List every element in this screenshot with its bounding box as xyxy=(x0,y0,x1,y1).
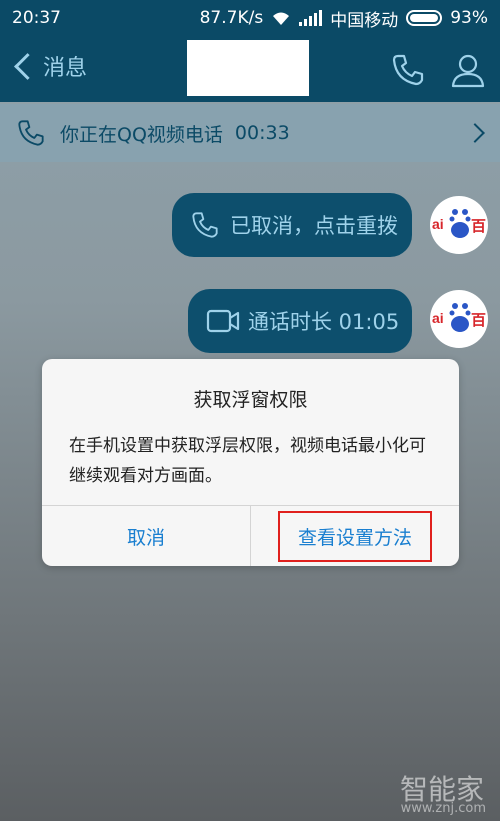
status-time: 20:37 xyxy=(12,8,61,28)
battery-icon xyxy=(406,10,443,26)
avatar[interactable]: ai 百 xyxy=(430,290,488,348)
chevron-left-icon xyxy=(14,52,41,80)
message-text: 通话时长 01:05 xyxy=(248,310,400,334)
wifi-icon xyxy=(273,12,290,25)
message-bubble-cancelled-call[interactable]: 已取消，点击重拨 xyxy=(172,193,412,257)
signal-icon xyxy=(299,10,323,26)
view-settings-method-label: 查看设置方法 xyxy=(277,511,432,562)
ongoing-call-bar[interactable]: 你正在QQ视频电话 00:33 xyxy=(0,104,500,162)
baidu-paw-icon xyxy=(449,209,471,238)
avatar-logo-left: ai xyxy=(432,216,444,232)
carrier-label: 中国移动 xyxy=(330,10,399,31)
status-right: 87.7K/s 中国移动 93% xyxy=(200,6,488,31)
message-bubble-call-duration[interactable]: 通话时长 01:05 xyxy=(188,289,412,353)
battery-percent: 93% xyxy=(450,8,488,28)
avatar-logo-right: 百 xyxy=(470,311,486,329)
back-button[interactable]: 消息 xyxy=(12,50,87,82)
call-status-text: 你正在QQ视频电话 xyxy=(60,123,223,146)
permission-dialog: 获取浮窗权限 在手机设置中获取浮层权限，视频电话最小化可继续观看对方画面。 取消… xyxy=(42,359,459,566)
cancel-button[interactable]: 取消 xyxy=(42,506,251,566)
profile-icon[interactable] xyxy=(450,52,486,88)
call-duration: 00:33 xyxy=(234,122,290,144)
view-settings-method-button[interactable]: 查看设置方法 xyxy=(251,506,459,566)
avatar-logo-right: 百 xyxy=(470,217,486,235)
phone-icon xyxy=(18,120,44,146)
avatar-logo-left: ai xyxy=(432,310,444,326)
chevron-right-icon xyxy=(465,123,485,143)
dialog-actions: 取消 查看设置方法 xyxy=(42,505,459,566)
avatar[interactable]: ai 百 xyxy=(430,196,488,254)
dialog-title: 获取浮窗权限 xyxy=(193,389,308,411)
contact-name-redacted xyxy=(187,40,309,96)
phone-call-icon[interactable] xyxy=(390,52,426,88)
dialog-message: 在手机设置中获取浮层权限，视频电话最小化可继续观看对方画面。 xyxy=(69,436,426,486)
network-speed: 87.7K/s xyxy=(199,8,264,28)
status-bar: 20:37 87.7K/s 中国移动 93% xyxy=(0,0,500,36)
message-text: 已取消，点击重拨 xyxy=(230,214,398,238)
baidu-paw-icon xyxy=(449,303,471,332)
phone-icon xyxy=(192,212,218,238)
video-icon xyxy=(206,309,240,333)
back-label: 消息 xyxy=(43,56,88,81)
watermark-url: www.znj.com xyxy=(400,801,486,816)
